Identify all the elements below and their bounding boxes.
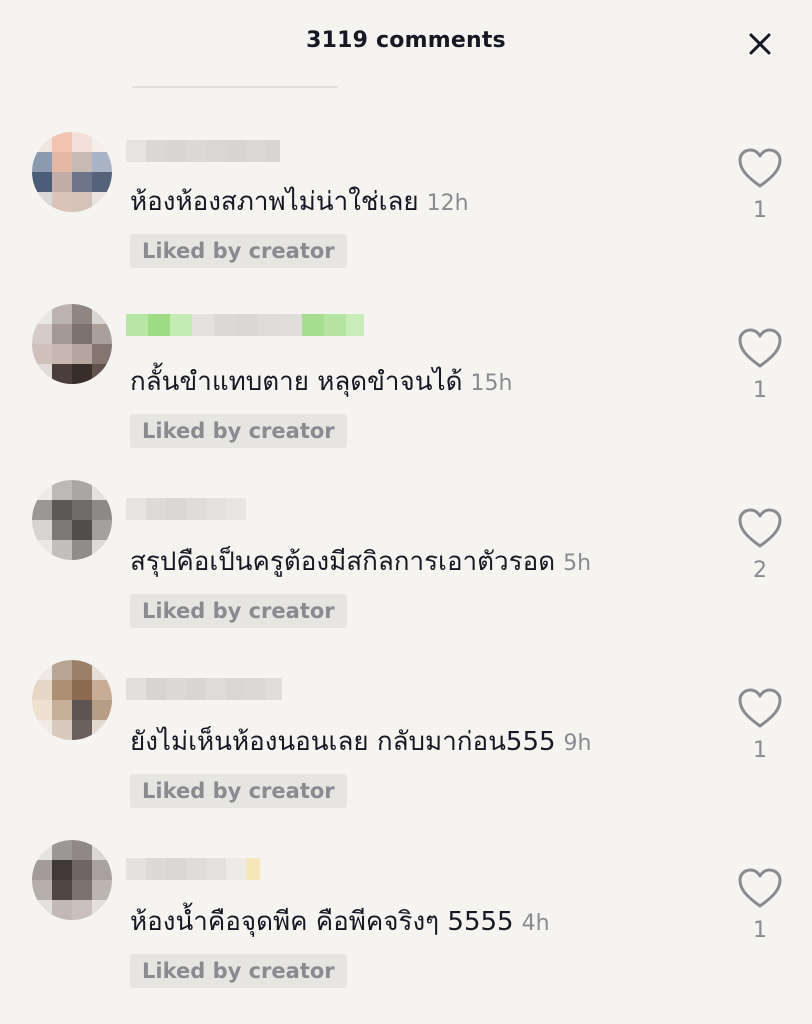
user-avatar[interactable] xyxy=(32,480,112,560)
comment-item: สรุปคือเป็นครูต้องมีสกิลการเอาตัวรอด 5h L… xyxy=(0,480,812,664)
close-icon xyxy=(749,33,771,55)
heart-icon[interactable] xyxy=(736,686,784,730)
comment-item: ยังไม่เห็นห้องนอนเลย กลับมาก่อน555 9h Lik… xyxy=(0,660,812,844)
user-avatar[interactable] xyxy=(32,304,112,384)
like-count: 1 xyxy=(753,738,767,763)
like-count: 1 xyxy=(753,918,767,943)
heart-icon[interactable] xyxy=(736,866,784,910)
user-avatar[interactable] xyxy=(32,132,112,212)
comment-text: สรุปคือเป็นครูต้องมีสกิลการเอาตัวรอด 5h xyxy=(130,544,591,582)
username-blurred[interactable] xyxy=(126,498,246,520)
user-avatar[interactable] xyxy=(32,840,112,920)
liked-by-creator-badge: Liked by creator xyxy=(130,234,347,268)
username-blurred[interactable] xyxy=(126,678,282,700)
comment-timestamp: 5h xyxy=(563,551,592,576)
comment-timestamp: 9h xyxy=(563,731,592,756)
comment-body: ห้องห้องสภาพไม่น่าใช่เลย xyxy=(130,187,419,217)
close-button[interactable] xyxy=(740,24,780,64)
comment-item: กลั้นขำแทบตาย หลุดขำจนได้ 15h Liked by cr… xyxy=(0,304,812,484)
comment-body: ห้องน้ำคือจุดพีค คือพีคจริงๆ 5555 xyxy=(130,907,514,937)
comment-body: สรุปคือเป็นครูต้องมีสกิลการเอาตัวรอด xyxy=(130,547,556,577)
user-avatar[interactable] xyxy=(32,660,112,740)
comment-timestamp: 15h xyxy=(470,371,513,396)
comment-body: กลั้นขำแทบตาย หลุดขำจนได้ xyxy=(130,367,463,397)
comment-timestamp: 4h xyxy=(521,911,550,936)
comment-text: ห้องน้ำคือจุดพีค คือพีคจริงๆ 5555 4h xyxy=(130,904,550,942)
username-blurred[interactable] xyxy=(126,858,260,880)
like-column: 1 xyxy=(736,866,784,943)
header-divider xyxy=(132,86,338,88)
username-blurred[interactable] xyxy=(126,140,280,162)
heart-icon[interactable] xyxy=(736,146,784,190)
comment-text: ยังไม่เห็นห้องนอนเลย กลับมาก่อน555 9h xyxy=(130,724,592,762)
comment-body: ยังไม่เห็นห้องนอนเลย กลับมาก่อน555 xyxy=(130,727,556,757)
username-blurred[interactable] xyxy=(126,314,364,336)
comment-item: ห้องน้ำคือจุดพีค คือพีคจริงๆ 5555 4h Like… xyxy=(0,840,812,1024)
comment-text: กลั้นขำแทบตาย หลุดขำจนได้ 15h xyxy=(130,364,512,402)
liked-by-creator-badge: Liked by creator xyxy=(130,954,347,988)
heart-icon[interactable] xyxy=(736,326,784,370)
heart-icon[interactable] xyxy=(736,506,784,550)
comment-text: ห้องห้องสภาพไม่น่าใช่เลย 12h xyxy=(130,184,469,222)
comments-header: 3119 comments xyxy=(0,0,812,88)
like-count: 1 xyxy=(753,378,767,403)
like-count: 1 xyxy=(753,198,767,223)
like-column: 1 xyxy=(736,686,784,763)
comments-count-title: 3119 comments xyxy=(306,28,506,53)
like-column: 2 xyxy=(736,506,784,583)
like-count: 2 xyxy=(753,558,767,583)
comment-timestamp: 12h xyxy=(426,191,469,216)
like-column: 1 xyxy=(736,326,784,403)
liked-by-creator-badge: Liked by creator xyxy=(130,774,347,808)
liked-by-creator-badge: Liked by creator xyxy=(130,414,347,448)
liked-by-creator-badge: Liked by creator xyxy=(130,594,347,628)
comment-item: ห้องห้องสภาพไม่น่าใช่เลย 12h Liked by cre… xyxy=(0,124,812,304)
like-column: 1 xyxy=(736,146,784,223)
